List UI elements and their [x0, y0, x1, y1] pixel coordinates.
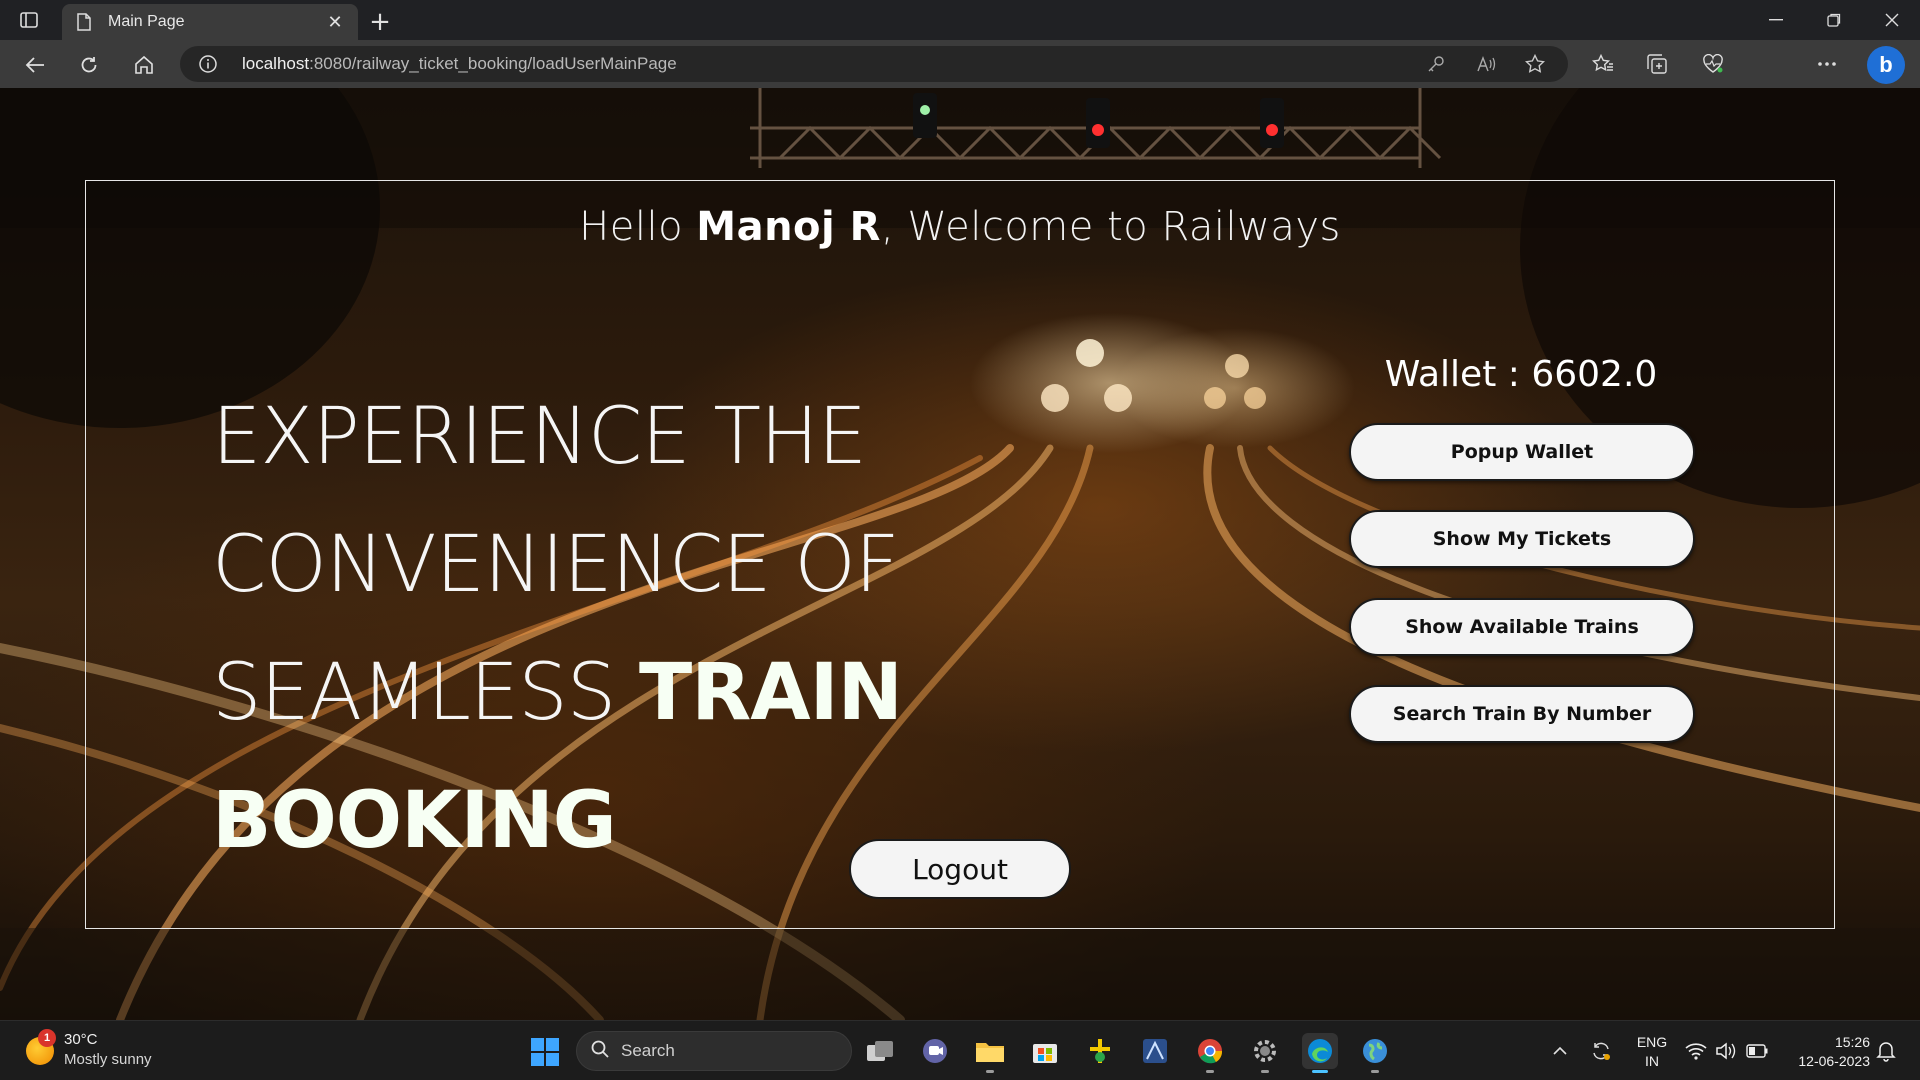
hero-line-2: CONVENIENCE OF [212, 520, 900, 610]
task-view-icon[interactable] [862, 1033, 898, 1069]
read-aloud-icon[interactable] [1475, 53, 1497, 75]
collections-icon[interactable] [1644, 51, 1670, 77]
page-viewport: Hello Manoj R, Welcome to Railways EXPER… [0, 88, 1920, 1020]
weather-description[interactable]: Mostly sunny [64, 1051, 152, 1068]
app-icon[interactable] [1082, 1033, 1118, 1069]
taskbar-search[interactable]: Search [576, 1031, 852, 1071]
back-icon[interactable] [18, 48, 52, 82]
sync-icon[interactable] [1589, 1039, 1613, 1063]
edge-icon[interactable] [1302, 1033, 1338, 1073]
notification-icon[interactable] [1874, 1039, 1898, 1063]
globe-icon[interactable] [1357, 1033, 1393, 1073]
address-bar[interactable]: localhost:8080/railway_ticket_booking/lo… [180, 46, 1568, 82]
browser-tab-main-page[interactable]: Main Page ✕ [62, 4, 358, 40]
search-train-by-number-button[interactable]: Search Train By Number [1349, 685, 1695, 743]
show-available-trains-button[interactable]: Show Available Trains [1349, 598, 1695, 656]
store-icon[interactable] [1027, 1033, 1063, 1069]
close-tab-icon[interactable]: ✕ [324, 11, 346, 33]
home-icon[interactable] [127, 48, 161, 82]
weather-temperature[interactable]: 30°C [64, 1031, 98, 1048]
wifi-icon[interactable] [1684, 1039, 1708, 1063]
windows-taskbar: 1 30°C Mostly sunny Search ENG IN 15:26 … [0, 1020, 1920, 1080]
heart-icon[interactable] [1700, 51, 1726, 77]
tab-actions-icon[interactable] [18, 9, 40, 31]
logout-button[interactable]: Logout [849, 839, 1071, 899]
file-explorer-icon[interactable] [972, 1033, 1008, 1073]
settings-icon[interactable] [1247, 1033, 1283, 1073]
show-my-tickets-button[interactable]: Show My Tickets [1349, 510, 1695, 568]
bing-icon[interactable]: b [1867, 46, 1905, 84]
hero-line-3: SEAMLESS TRAIN BOOKING [212, 648, 903, 866]
clock-date: 12-06-2023 [1798, 1053, 1870, 1069]
search-icon [591, 1040, 609, 1062]
window-close-icon[interactable] [1864, 0, 1920, 40]
url-text: localhost:8080/railway_ticket_booking/lo… [242, 54, 677, 73]
restore-icon[interactable] [1806, 0, 1862, 40]
key-icon[interactable] [1425, 53, 1447, 75]
welcome-heading: Hello Manoj R, Welcome to Railways [579, 204, 1341, 250]
clock-time: 15:26 [1834, 1034, 1870, 1050]
document-icon [74, 12, 94, 32]
battery-icon[interactable] [1745, 1039, 1769, 1063]
star-icon[interactable] [1524, 53, 1546, 75]
chevron-up-icon[interactable] [1548, 1039, 1572, 1063]
windows-start-icon[interactable] [530, 1037, 560, 1067]
new-tab-button[interactable]: + [366, 7, 394, 37]
minimize-icon[interactable] [1748, 0, 1804, 40]
refresh-icon[interactable] [72, 48, 106, 82]
teams-chat-icon[interactable] [917, 1033, 953, 1069]
weather-badge: 1 [38, 1029, 56, 1047]
search-label: Search [621, 1041, 675, 1060]
volume-icon[interactable] [1714, 1039, 1738, 1063]
browser-tab-bar: Main Page ✕ + [0, 0, 1920, 40]
app-icon[interactable] [1137, 1033, 1173, 1069]
more-icon[interactable] [1814, 51, 1840, 77]
favorites-icon[interactable] [1590, 51, 1616, 77]
info-icon[interactable] [198, 54, 218, 74]
hero-tagline: EXPERIENCE THE CONVENIENCE OF SEAMLESS T… [212, 373, 1312, 885]
popup-wallet-button[interactable]: Popup Wallet [1349, 423, 1695, 481]
wallet-balance: Wallet : 6602.0 [1384, 354, 1658, 395]
hero-line-1: EXPERIENCE THE [212, 392, 867, 482]
browser-toolbar: localhost:8080/railway_ticket_booking/lo… [0, 40, 1920, 120]
tab-title: Main Page [108, 13, 185, 30]
user-name: Manoj R [696, 204, 881, 250]
system-clock[interactable]: 15:26 12-06-2023 [1780, 1033, 1870, 1071]
chrome-icon[interactable] [1192, 1033, 1228, 1073]
language-indicator[interactable]: ENG IN [1636, 1033, 1668, 1071]
